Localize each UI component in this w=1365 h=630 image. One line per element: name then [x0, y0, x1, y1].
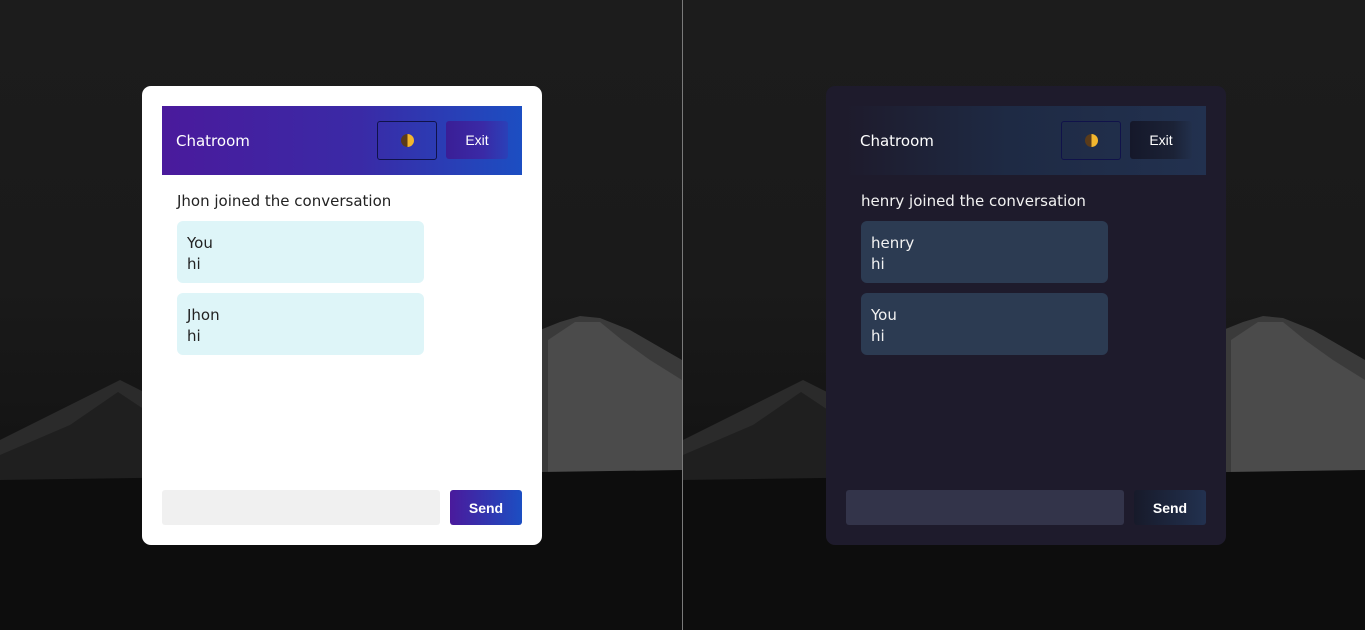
message-input[interactable] — [162, 490, 440, 525]
message-text: hi — [187, 255, 201, 273]
join-notice: henry joined the conversation — [861, 192, 1086, 210]
chat-title: Chatroom — [860, 131, 934, 150]
theme-toggle-button[interactable] — [1061, 121, 1121, 160]
message-sender: You — [187, 234, 213, 252]
message-bubble: henry hi — [861, 221, 1108, 283]
send-button[interactable]: Send — [450, 490, 522, 525]
half-moon-icon — [1084, 134, 1098, 147]
message-sender: You — [871, 306, 897, 324]
message-text: hi — [871, 255, 885, 273]
message-input[interactable] — [846, 490, 1124, 525]
message-sender: henry — [871, 234, 915, 252]
theme-toggle-button[interactable] — [377, 121, 437, 160]
chat-card: Chatroom Exit Jhon joined the conversati… — [142, 86, 542, 545]
left-browser-pane: Chatroom Exit Jhon joined the conversati… — [0, 0, 682, 630]
chat-header: Chatroom Exit — [162, 106, 522, 175]
message-text: hi — [871, 327, 885, 345]
message-bubble: Jhon hi — [177, 293, 424, 355]
message-bubble: You hi — [177, 221, 424, 283]
exit-button[interactable]: Exit — [446, 121, 508, 159]
send-button[interactable]: Send — [1134, 490, 1206, 525]
chat-header: Chatroom Exit — [846, 106, 1206, 175]
half-moon-icon — [400, 134, 414, 147]
right-browser-pane: Chatroom Exit henry joined the conversat… — [683, 0, 1365, 630]
split-screen: Chatroom Exit Jhon joined the conversati… — [0, 0, 1365, 630]
exit-button[interactable]: Exit — [1130, 121, 1192, 159]
message-text: hi — [187, 327, 201, 345]
chat-title: Chatroom — [176, 131, 250, 150]
message-sender: Jhon — [187, 306, 220, 324]
message-bubble: You hi — [861, 293, 1108, 355]
join-notice: Jhon joined the conversation — [177, 192, 392, 210]
chat-card: Chatroom Exit henry joined the conversat… — [826, 86, 1226, 545]
